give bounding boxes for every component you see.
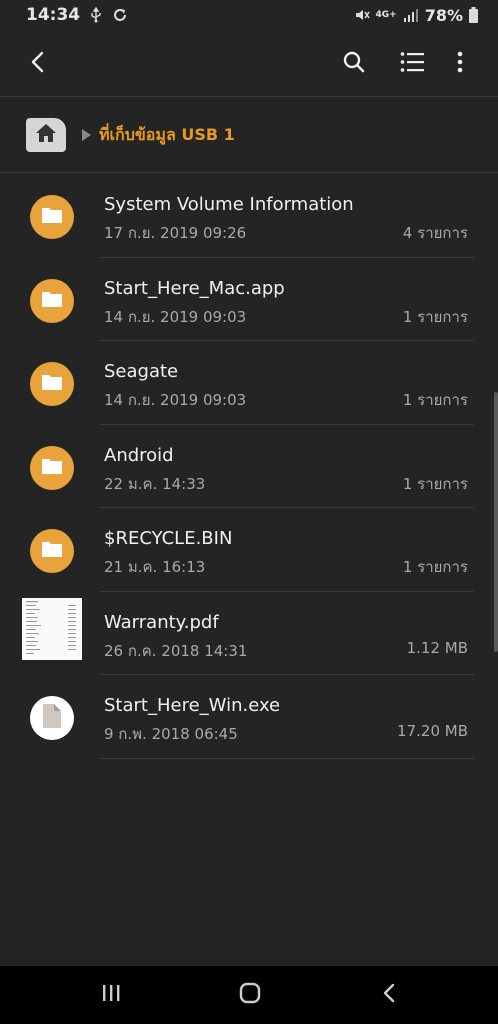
search-button[interactable] xyxy=(334,44,374,84)
home-button[interactable] xyxy=(26,118,66,152)
folder-icon xyxy=(41,540,63,562)
home-icon xyxy=(35,123,57,147)
folder-thumb xyxy=(30,362,74,406)
folder-icon xyxy=(41,206,63,228)
list-item[interactable]: System Volume Information 17 ก.ย. 2019 0… xyxy=(0,174,498,258)
more-options-button[interactable] xyxy=(440,44,480,84)
back-button[interactable] xyxy=(18,44,58,84)
battery-level: 78% xyxy=(424,5,463,25)
list-item[interactable]: $RECYCLE.BIN 21 ม.ค. 16:13 1 รายการ xyxy=(0,508,498,592)
file-meta: 17.20 MB xyxy=(397,722,468,740)
home-nav-button[interactable] xyxy=(235,980,265,1010)
breadcrumb-separator-icon xyxy=(82,129,91,141)
list-item[interactable]: Seagate 14 ก.ย. 2019 09:03 1 รายการ xyxy=(0,341,498,425)
folder-thumb xyxy=(30,529,74,573)
battery-icon xyxy=(469,7,478,23)
breadcrumb: ที่เก็บข้อมูล USB 1 xyxy=(26,116,235,154)
usb-icon xyxy=(90,7,102,23)
file-date: 21 ม.ค. 16:13 xyxy=(104,558,206,576)
system-nav-bar xyxy=(0,966,498,1024)
generic-file-icon xyxy=(41,703,63,733)
file-meta: 1 รายการ xyxy=(402,307,468,326)
file-date: 17 ก.ย. 2019 09:26 xyxy=(104,224,247,242)
scrollbar[interactable] xyxy=(494,392,498,652)
search-icon xyxy=(342,50,366,78)
recent-apps-button[interactable] xyxy=(96,980,126,1010)
file-meta: 1 รายการ xyxy=(402,391,468,409)
folder-icon xyxy=(41,373,63,395)
file-meta: 4 รายการ xyxy=(402,224,468,242)
file-list: System Volume Information 17 ก.ย. 2019 0… xyxy=(0,174,498,759)
folder-icon xyxy=(41,290,63,312)
file-meta: 1 รายการ xyxy=(402,558,468,576)
file-date: 14 ก.ย. 2019 09:03 xyxy=(104,391,247,409)
sync-icon xyxy=(112,7,128,23)
file-name: $RECYCLE.BIN xyxy=(104,528,233,549)
home-nav-icon xyxy=(239,982,261,1008)
status-time: 14:34 xyxy=(26,5,81,25)
more-vert-icon xyxy=(457,51,463,77)
breadcrumb-divider xyxy=(0,172,498,173)
list-item[interactable]: Warranty.pdf 26 ก.ค. 2018 14:31 1.12 MB xyxy=(0,592,498,675)
file-date: 22 ม.ค. 14:33 xyxy=(104,474,206,493)
breadcrumb-current[interactable]: ที่เก็บข้อมูล USB 1 xyxy=(99,123,235,148)
file-meta: 1.12 MB xyxy=(406,638,468,657)
file-thumb xyxy=(30,696,74,740)
folder-thumb xyxy=(30,195,74,239)
list-item[interactable]: Start_Here_Win.exe 9 ก.พ. 2018 06:45 17.… xyxy=(0,675,498,759)
row-divider xyxy=(100,757,474,759)
file-name: Start_Here_Mac.app xyxy=(104,277,285,299)
file-name: Warranty.pdf xyxy=(104,611,219,633)
file-date: 26 ก.ค. 2018 14:31 xyxy=(104,641,248,660)
file-name: Android xyxy=(104,444,174,466)
mute-icon xyxy=(354,7,370,23)
status-bar: 14:34 4G+ 78% xyxy=(0,0,498,30)
file-name: Seagate xyxy=(104,361,179,382)
pdf-thumbnail xyxy=(22,597,82,660)
toolbar-divider xyxy=(0,96,498,97)
folder-thumb xyxy=(30,445,74,490)
file-name: Start_Here_Win.exe xyxy=(104,695,281,716)
list-item[interactable]: Android 22 ม.ค. 14:33 1 รายการ xyxy=(0,425,498,508)
list-view-icon xyxy=(400,51,424,77)
file-date: 9 ก.พ. 2018 06:45 xyxy=(104,725,238,743)
recent-apps-icon xyxy=(101,984,121,1006)
file-date: 14 ก.ย. 2019 09:03 xyxy=(104,307,247,326)
list-view-button[interactable] xyxy=(392,44,432,84)
folder-thumb xyxy=(30,278,74,323)
list-item[interactable]: Start_Here_Mac.app 14 ก.ย. 2019 09:03 1 … xyxy=(0,258,498,341)
network-type: 4G+ xyxy=(375,10,397,20)
folder-icon xyxy=(41,457,63,479)
app-toolbar xyxy=(0,34,498,94)
file-meta: 1 รายการ xyxy=(402,474,468,493)
back-nav-button[interactable] xyxy=(374,980,404,1010)
signal-icon xyxy=(403,8,419,22)
back-nav-icon xyxy=(382,983,396,1007)
file-name: System Volume Information xyxy=(104,194,354,215)
back-arrow-icon xyxy=(28,51,48,77)
